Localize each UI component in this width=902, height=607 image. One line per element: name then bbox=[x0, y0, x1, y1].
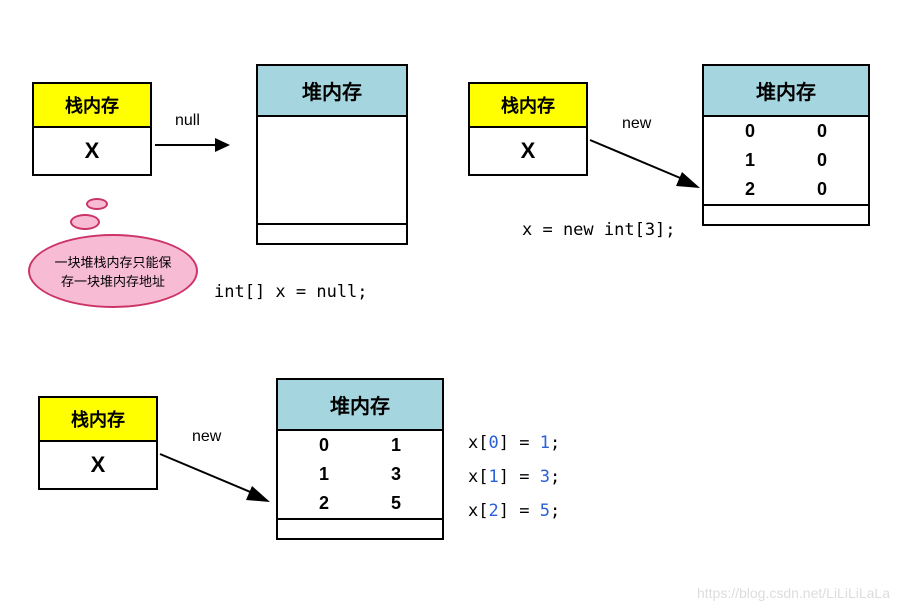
note-line1: 一块堆栈内存只能保 bbox=[34, 252, 192, 271]
thought-bubble-small bbox=[86, 198, 108, 210]
watermark: https://blog.csdn.net/LiLiLiLaLa bbox=[697, 585, 890, 601]
note-line2: 存一块堆内存地址 bbox=[34, 271, 192, 290]
arrow-null-label: null bbox=[175, 112, 200, 130]
stack-header: 栈内存 bbox=[34, 84, 150, 128]
arrow-new-2-label: new bbox=[192, 428, 221, 446]
heap-box-2: 堆内存 0 0 1 0 2 0 bbox=[702, 64, 870, 226]
stack-value: X bbox=[470, 128, 586, 174]
heap-header: 堆内存 bbox=[278, 380, 442, 431]
table-row: 1 3 bbox=[278, 460, 442, 489]
stack-header: 栈内存 bbox=[40, 398, 156, 442]
stack-box-2: 栈内存 X bbox=[468, 82, 588, 176]
heap-value: 3 bbox=[391, 464, 401, 485]
note-ellipse: 一块堆栈内存只能保 存一块堆内存地址 bbox=[28, 234, 198, 308]
heap-value: 0 bbox=[817, 179, 827, 200]
table-row: 0 0 bbox=[704, 117, 868, 146]
code-assign-1: x[1] = 3; bbox=[468, 467, 560, 487]
heap-index: 2 bbox=[745, 179, 755, 200]
heap-value: 0 bbox=[817, 121, 827, 142]
code-assign-2: x[2] = 5; bbox=[468, 501, 560, 521]
heap-value: 1 bbox=[391, 435, 401, 456]
heap-box-3: 堆内存 0 1 1 3 2 5 bbox=[276, 378, 444, 540]
stack-value: X bbox=[34, 128, 150, 174]
arrow-new-1 bbox=[590, 130, 710, 200]
stack-value: X bbox=[40, 442, 156, 488]
heap-index: 1 bbox=[745, 150, 755, 171]
heap-index: 0 bbox=[745, 121, 755, 142]
arrow-new-2 bbox=[160, 444, 280, 514]
arrow-new-1-label: new bbox=[622, 115, 651, 133]
table-row: 0 1 bbox=[278, 431, 442, 460]
table-row: 2 5 bbox=[278, 489, 442, 518]
heap-index: 2 bbox=[319, 493, 329, 514]
thought-bubble-mid bbox=[70, 214, 100, 230]
stack-box-3: 栈内存 X bbox=[38, 396, 158, 490]
arrow-null bbox=[155, 130, 235, 160]
heap-header: 堆内存 bbox=[258, 66, 406, 117]
table-row: 2 0 bbox=[704, 175, 868, 204]
heap-box-1: 堆内存 bbox=[256, 64, 408, 245]
heap-index: 0 bbox=[319, 435, 329, 456]
heap-index: 1 bbox=[319, 464, 329, 485]
heap-value: 5 bbox=[391, 493, 401, 514]
code-new-stmt: x = new int[3]; bbox=[522, 220, 676, 240]
stack-box-1: 栈内存 X bbox=[32, 82, 152, 176]
table-row: 1 0 bbox=[704, 146, 868, 175]
code-int-decl: int[] x = null; bbox=[214, 282, 368, 302]
stack-header: 栈内存 bbox=[470, 84, 586, 128]
heap-value: 0 bbox=[817, 150, 827, 171]
heap-header: 堆内存 bbox=[704, 66, 868, 117]
code-assign-0: x[0] = 1; bbox=[468, 433, 560, 453]
